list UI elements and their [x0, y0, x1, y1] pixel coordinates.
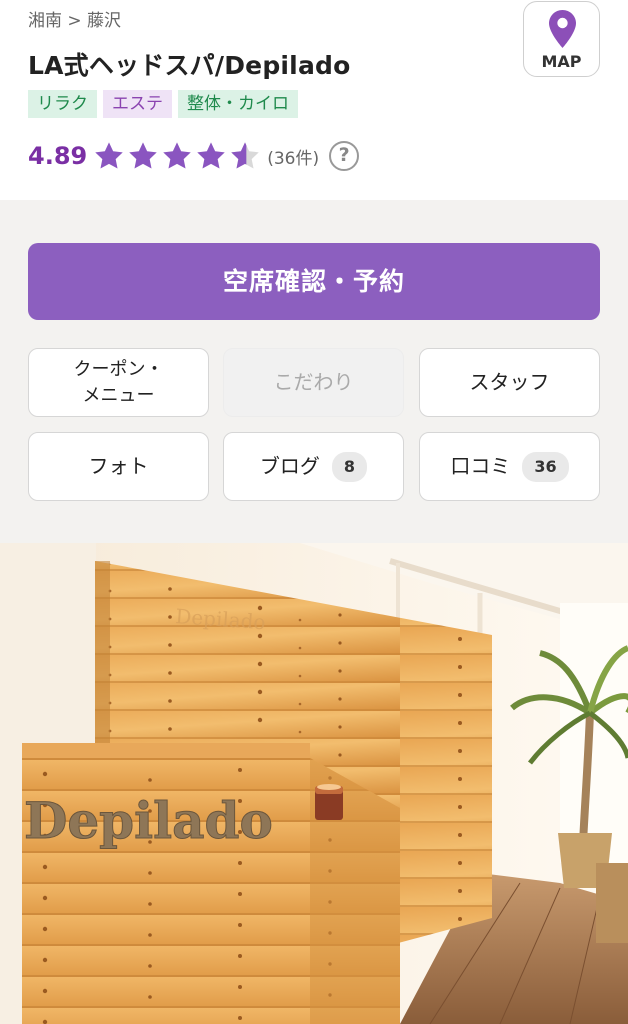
map-label: MAP — [541, 52, 582, 71]
reviews-button[interactable]: 口コミ 36 — [419, 432, 600, 501]
tag-esthetic: エステ — [103, 90, 172, 118]
kodawari-label: こだわり — [273, 370, 354, 394]
review-count[interactable]: (36件) — [267, 144, 319, 169]
photo-button[interactable]: フォト — [28, 432, 209, 501]
kodawari-button: こだわり — [223, 348, 404, 417]
coupon-label-line2: メニュー — [82, 384, 155, 406]
counter-sign-text: Depilado — [24, 791, 273, 850]
map-pin-icon — [549, 10, 576, 48]
star-icon — [163, 142, 191, 169]
star-icon — [95, 142, 123, 169]
blog-label: ブログ — [259, 454, 320, 478]
reviews-label: 口コミ — [450, 454, 511, 478]
star-icon — [197, 142, 225, 169]
star-icon — [129, 142, 157, 169]
coupon-menu-label: クーポン・ メニュー — [74, 357, 164, 409]
breadcrumb[interactable]: 湘南 > 藤沢 — [28, 6, 121, 31]
staff-button[interactable]: スタッフ — [419, 348, 600, 417]
photo-label: フォト — [88, 454, 149, 478]
blog-button[interactable]: ブログ 8 — [223, 432, 404, 501]
rating-summary: 4.89 (36件) ? — [28, 140, 360, 172]
salon-photo[interactable]: Depilado Depilado — [0, 543, 628, 1024]
genre-tags: リラク エステ 整体・カイロ — [28, 90, 298, 118]
coupon-menu-button[interactable]: クーポン・ メニュー — [28, 348, 209, 417]
rating-stars — [93, 140, 261, 172]
shop-header: 湘南 > 藤沢 LA式ヘッドスパ/Depilado リラク エステ 整体・カイロ… — [0, 0, 628, 200]
map-button[interactable]: MAP — [523, 1, 600, 77]
staff-label: スタッフ — [469, 370, 550, 394]
salon-photo-illustration: Depilado Depilado — [0, 543, 628, 1024]
blog-count-badge: 8 — [331, 451, 368, 482]
tag-relaxation: リラク — [28, 90, 97, 118]
action-panel: 空席確認・予約 クーポン・ メニュー こだわり スタッフ フォト ブログ 8 口… — [0, 200, 628, 543]
rating-score: 4.89 — [28, 142, 88, 170]
tag-chiropractic: 整体・カイロ — [178, 90, 298, 118]
reviews-count-badge: 36 — [522, 451, 569, 482]
question-circle-icon[interactable]: ? — [329, 141, 360, 171]
coupon-label-line1: クーポン・ — [73, 358, 164, 380]
shop-title: LA式ヘッドスパ/Depilado — [28, 51, 351, 80]
reserve-button[interactable]: 空席確認・予約 — [28, 243, 600, 320]
half-star-icon — [231, 142, 259, 169]
